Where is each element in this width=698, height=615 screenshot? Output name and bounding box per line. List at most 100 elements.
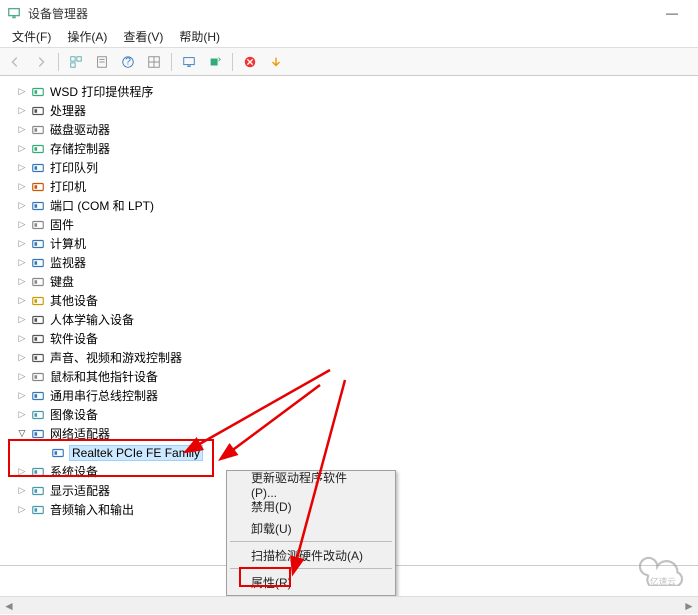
tree-item[interactable]: ▷ 声音、视频和游戏控制器 xyxy=(8,348,698,367)
device-category-icon xyxy=(30,388,46,404)
down-button[interactable] xyxy=(265,51,287,73)
expand-icon[interactable]: ▷ xyxy=(16,466,28,478)
expand-icon[interactable]: ▷ xyxy=(16,295,28,307)
menu-sep xyxy=(230,568,392,569)
tree-item[interactable]: ▷ 计算机 xyxy=(8,234,698,253)
scroll-left-icon[interactable]: ◄ xyxy=(0,597,18,615)
device-category-icon xyxy=(30,274,46,290)
expand-icon[interactable]: ▷ xyxy=(16,504,28,516)
menu-file[interactable]: 文件(F) xyxy=(4,26,59,47)
tree-item-label: 存储控制器 xyxy=(50,140,110,157)
collapse-icon[interactable]: ▽ xyxy=(16,428,28,440)
device-category-icon xyxy=(30,160,46,176)
expand-icon[interactable]: ▷ xyxy=(16,352,28,364)
tree-item[interactable]: ▷ 端口 (COM 和 LPT) xyxy=(8,196,698,215)
tree-item[interactable]: ▷磁盘驱动器 xyxy=(8,120,698,139)
menu-help[interactable]: 帮助(H) xyxy=(171,26,228,47)
help-button[interactable]: ? xyxy=(117,51,139,73)
expand-icon[interactable]: ▷ xyxy=(16,257,28,269)
tree-item-label: 通用串行总线控制器 xyxy=(50,387,158,404)
properties-button[interactable] xyxy=(91,51,113,73)
monitor-button[interactable] xyxy=(178,51,200,73)
device-category-icon xyxy=(30,217,46,233)
tree-item[interactable]: ▷人体学输入设备 xyxy=(8,310,698,329)
horizontal-scrollbar[interactable]: ◄ ► xyxy=(0,596,698,614)
tree-item-label: 键盘 xyxy=(50,273,74,290)
forward-button[interactable] xyxy=(30,51,52,73)
tree-item-label: 计算机 xyxy=(50,235,86,252)
tree-item[interactable]: ▷ 其他设备 xyxy=(8,291,698,310)
device-category-icon xyxy=(30,312,46,328)
expand-icon[interactable]: ▷ xyxy=(16,276,28,288)
context-menu: 更新驱动程序软件(P)... 禁用(D) 卸载(U) 扫描检测硬件改动(A) 属… xyxy=(226,470,396,596)
tree-item[interactable]: ▷ 打印队列 xyxy=(8,158,698,177)
tree-item[interactable]: ▷固件 xyxy=(8,215,698,234)
device-category-icon xyxy=(30,483,46,499)
menu-item-properties[interactable]: 属性(R) xyxy=(229,571,393,593)
tree-item-label: 其他设备 xyxy=(50,292,98,309)
menu-view[interactable]: 查看(V) xyxy=(115,26,171,47)
tree-item-label: 打印队列 xyxy=(50,159,98,176)
tree-item-network-adapters[interactable]: ▽网络适配器 xyxy=(8,424,698,443)
show-tree-button[interactable] xyxy=(65,51,87,73)
toolbar-sep xyxy=(232,53,233,71)
blank-toggle xyxy=(36,447,48,459)
device-category-icon xyxy=(30,293,46,309)
device-category-icon xyxy=(30,407,46,423)
expand-icon[interactable]: ▷ xyxy=(16,371,28,383)
expand-icon[interactable]: ▷ xyxy=(16,219,28,231)
menu-sep xyxy=(230,541,392,542)
minimize-button[interactable]: — xyxy=(652,6,692,20)
tree-item[interactable]: ▷ 存储控制器 xyxy=(8,139,698,158)
tree-item[interactable]: ▷ 处理器 xyxy=(8,101,698,120)
menu-item-scan[interactable]: 扫描检测硬件改动(A) xyxy=(229,544,393,566)
expand-icon[interactable]: ▷ xyxy=(16,409,28,421)
back-button[interactable] xyxy=(4,51,26,73)
device-category-icon xyxy=(30,502,46,518)
expand-icon[interactable]: ▷ xyxy=(16,200,28,212)
tree-item[interactable]: ▷鼠标和其他指针设备 xyxy=(8,367,698,386)
expand-icon[interactable]: ▷ xyxy=(16,333,28,345)
tree-item[interactable]: ▷WSD 打印提供程序 xyxy=(8,82,698,101)
svg-text:?: ? xyxy=(125,55,131,67)
expand-icon[interactable]: ▷ xyxy=(16,181,28,193)
cancel-button[interactable] xyxy=(239,51,261,73)
tree-item-label: 打印机 xyxy=(50,178,86,195)
device-category-icon xyxy=(30,331,46,347)
tree-item[interactable]: ▷ 打印机 xyxy=(8,177,698,196)
tree-item[interactable]: ▷ 键盘 xyxy=(8,272,698,291)
tree-item-label: Realtek PCIe FE Family xyxy=(70,446,202,460)
expand-icon[interactable]: ▷ xyxy=(16,390,28,402)
tree-item-label: 系统设备 xyxy=(50,463,98,480)
scroll-right-icon[interactable]: ► xyxy=(680,597,698,615)
device-category-icon xyxy=(30,198,46,214)
expand-icon[interactable]: ▷ xyxy=(16,162,28,174)
tree-item-label: 声音、视频和游戏控制器 xyxy=(50,349,182,366)
expand-icon[interactable]: ▷ xyxy=(16,124,28,136)
tree-item-label: 处理器 xyxy=(50,102,86,119)
expand-icon[interactable]: ▷ xyxy=(16,105,28,117)
expand-icon[interactable]: ▷ xyxy=(16,238,28,250)
grid-button[interactable] xyxy=(143,51,165,73)
expand-icon[interactable]: ▷ xyxy=(16,314,28,326)
scan-button[interactable] xyxy=(204,51,226,73)
tree-item-label: 显示适配器 xyxy=(50,482,110,499)
tree-item[interactable]: ▷图像设备 xyxy=(8,405,698,424)
tree-item[interactable]: ▷ 通用串行总线控制器 xyxy=(8,386,698,405)
expand-icon[interactable]: ▷ xyxy=(16,86,28,98)
network-adapter-icon xyxy=(50,445,66,461)
tree-item-label: 监视器 xyxy=(50,254,86,271)
expand-icon[interactable]: ▷ xyxy=(16,485,28,497)
tree-item-label: 端口 (COM 和 LPT) xyxy=(50,197,154,214)
menu-item-update-driver[interactable]: 更新驱动程序软件(P)... xyxy=(229,473,393,495)
toolbar: ? xyxy=(0,48,698,76)
tree-item-network-device[interactable]: Realtek PCIe FE Family xyxy=(8,443,698,462)
expand-icon[interactable]: ▷ xyxy=(16,143,28,155)
tree-item[interactable]: ▷软件设备 xyxy=(8,329,698,348)
device-category-icon xyxy=(30,122,46,138)
menu-item-uninstall[interactable]: 卸载(U) xyxy=(229,517,393,539)
app-icon xyxy=(6,5,22,21)
menu-action[interactable]: 操作(A) xyxy=(59,26,115,47)
device-category-icon xyxy=(30,464,46,480)
tree-item[interactable]: ▷ 监视器 xyxy=(8,253,698,272)
